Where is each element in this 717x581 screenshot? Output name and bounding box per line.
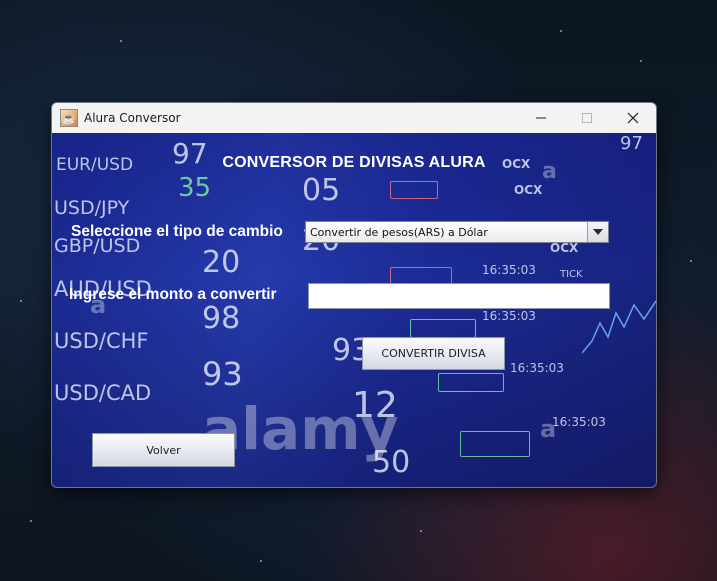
amount-label: Ingrese el monto a convertir bbox=[69, 286, 277, 303]
exchange-type-select[interactable]: Convertir de pesos(ARS) a Dólar bbox=[305, 221, 609, 243]
close-button[interactable] bbox=[610, 103, 656, 133]
close-icon bbox=[627, 112, 639, 124]
ticker-time: 16:35:03 bbox=[510, 361, 564, 375]
ticker-number: 97 bbox=[620, 133, 643, 154]
back-button[interactable]: Volver bbox=[92, 433, 235, 467]
ticker-time: 16:35:03 bbox=[482, 263, 536, 277]
ticker-number: 20 bbox=[202, 245, 241, 280]
ticker-label: OCX bbox=[550, 241, 579, 255]
ticker-time: 16:35:03 bbox=[552, 415, 606, 429]
ticker-box bbox=[390, 181, 438, 199]
currency-pair-text: USD/CHF bbox=[54, 329, 149, 353]
ticker-box bbox=[460, 431, 530, 457]
amount-input[interactable] bbox=[308, 283, 610, 309]
app-window: ☕ Alura Conversor EUR/USD USD/JPY GBP/US… bbox=[51, 102, 657, 488]
ticker-label: OCX bbox=[514, 183, 543, 197]
window-title: Alura Conversor bbox=[84, 111, 181, 125]
ticker-number: 05 bbox=[302, 173, 341, 208]
convert-button[interactable]: CONVERTIR DIVISA bbox=[362, 337, 505, 370]
currency-pair-text: USD/JPY bbox=[54, 197, 130, 219]
currency-pair-text: USD/CAD bbox=[54, 381, 152, 405]
maximize-button[interactable] bbox=[564, 103, 610, 133]
ticker-number: 35 bbox=[178, 173, 212, 203]
ticker-number: 93 bbox=[202, 355, 243, 393]
ticker-box bbox=[410, 319, 476, 338]
exchange-type-selected: Convertir de pesos(ARS) a Dólar bbox=[310, 226, 488, 239]
minimize-icon bbox=[536, 117, 546, 119]
ticker-time: 16:35:03 bbox=[482, 309, 536, 323]
java-cup-icon: ☕ bbox=[60, 109, 78, 127]
exchange-type-label: Seleccione el tipo de cambio bbox=[71, 223, 283, 240]
ticker-label: TICK bbox=[560, 269, 583, 280]
maximize-icon bbox=[582, 113, 592, 123]
minimize-button[interactable] bbox=[518, 103, 564, 133]
content-panel: EUR/USD USD/JPY GBP/USD AUD/USD USD/CHF … bbox=[52, 133, 656, 487]
ticker-box bbox=[438, 373, 504, 392]
watermark-mark: a bbox=[540, 415, 557, 443]
window-controls bbox=[518, 103, 656, 133]
title-bar[interactable]: ☕ Alura Conversor bbox=[52, 103, 656, 133]
ticker-number: 98 bbox=[202, 301, 241, 336]
chevron-down-icon[interactable] bbox=[587, 222, 608, 242]
page-title: CONVERSOR DE DIVISAS ALURA bbox=[222, 154, 486, 171]
